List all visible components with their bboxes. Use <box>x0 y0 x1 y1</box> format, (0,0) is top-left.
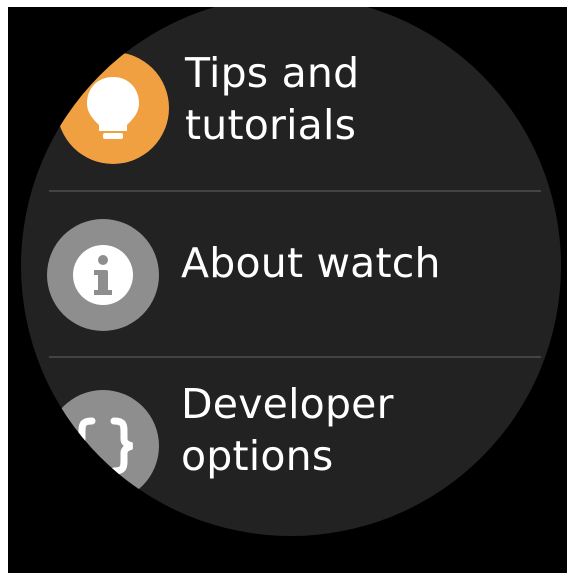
about-icon-circle <box>47 219 159 331</box>
menu-item-label: About watch <box>181 239 441 287</box>
menu-item-tips-and-tutorials[interactable]: Tips and tutorials <box>21 7 561 186</box>
screen-frame: Tips and tutorials About watch Developer… <box>8 7 567 573</box>
tips-icon-circle <box>57 52 169 164</box>
braces-icon <box>73 417 133 475</box>
watch-screen: Tips and tutorials About watch Developer… <box>21 7 561 536</box>
lightbulb-icon <box>87 77 139 139</box>
menu-item-about-watch[interactable]: About watch <box>21 192 561 356</box>
menu-item-label: Developer options <box>181 380 394 480</box>
menu-item-developer-options[interactable]: Developer options <box>21 358 561 536</box>
developer-icon-circle <box>47 390 159 502</box>
info-icon <box>73 245 133 305</box>
menu-item-label: Tips and tutorials <box>185 49 360 149</box>
